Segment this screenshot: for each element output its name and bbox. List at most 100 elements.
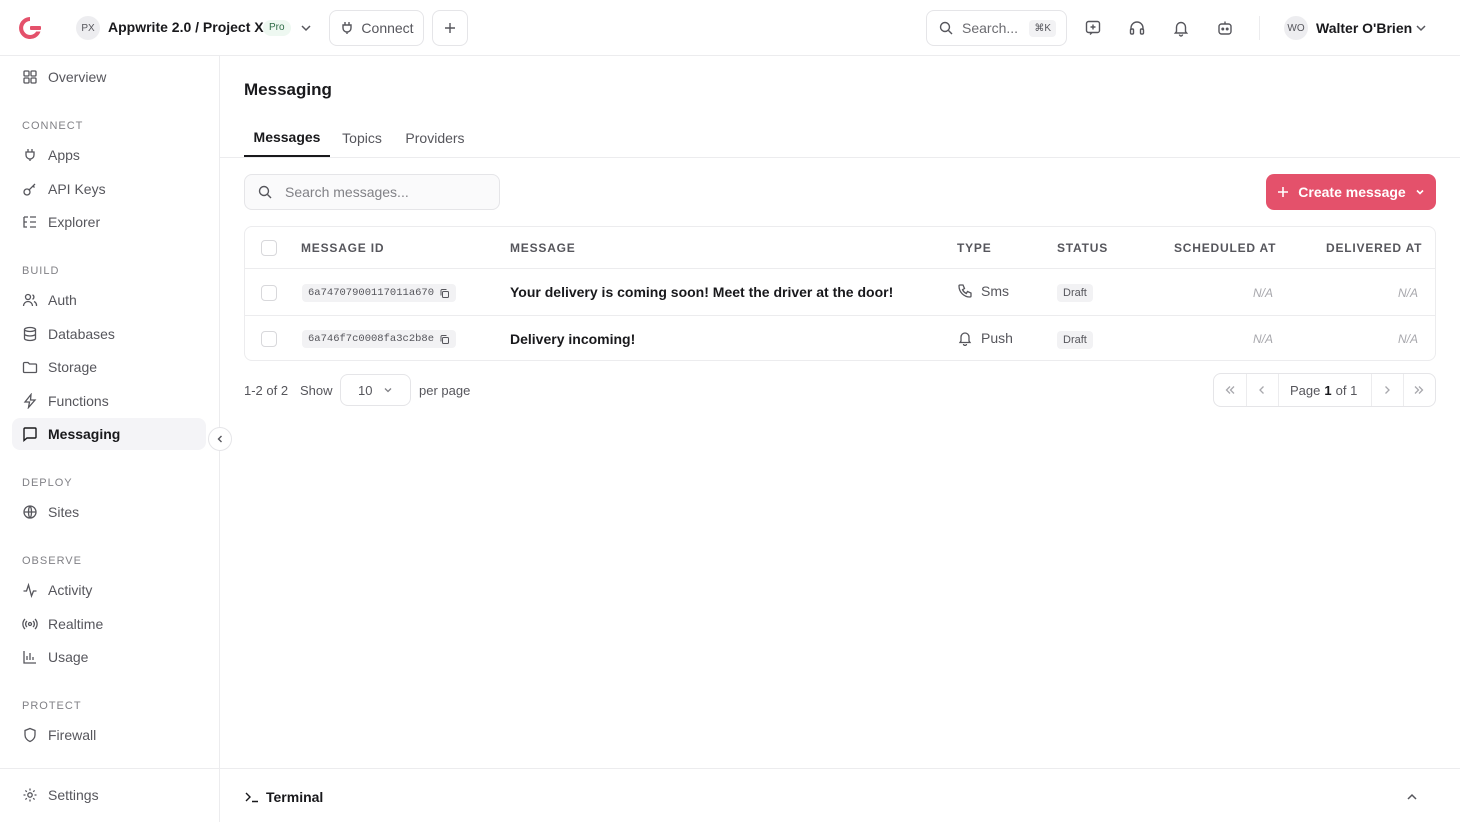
section-label-deploy: DEPLOY <box>22 477 73 489</box>
tab-topics[interactable]: Topics <box>334 118 390 157</box>
global-search-button[interactable]: Search... ⌘K <box>926 10 1067 46</box>
row-divider <box>245 315 1435 316</box>
sidebar-item-label: Activity <box>48 582 93 598</box>
sidebar-divider <box>0 768 220 769</box>
message-type: Sms <box>957 283 1009 299</box>
chevron-down-icon <box>1416 189 1424 195</box>
folder-icon <box>22 361 38 374</box>
sidebar-item-settings[interactable]: Settings <box>12 779 206 811</box>
project-avatar[interactable]: PX <box>76 16 100 40</box>
per-page-value: 10 <box>358 382 373 398</box>
row-checkbox[interactable] <box>261 331 277 347</box>
current-page: 1 <box>1324 383 1332 398</box>
page-title: Messaging <box>244 80 332 99</box>
sidebar-item-label: API Keys <box>48 181 106 197</box>
message-id: 6a746f7c0008fa3c2b8e <box>308 333 435 345</box>
connect-button[interactable]: Connect <box>329 10 424 46</box>
messages-table: MESSAGE ID MESSAGE TYPE STATUS SCHEDULED… <box>244 226 1436 361</box>
sidebar-item-explorer[interactable]: Explorer <box>12 206 206 238</box>
column-header-scheduled-at[interactable]: SCHEDULED AT <box>1174 241 1276 255</box>
copy-icon[interactable] <box>439 288 450 299</box>
last-page-button[interactable] <box>1403 374 1435 406</box>
sidebar-item-databases[interactable]: Databases <box>12 318 206 350</box>
message-id-chip[interactable]: 6a74707900117011a670 <box>302 284 457 302</box>
scheduled-at: N/A <box>1253 332 1274 346</box>
user-name[interactable]: Walter O'Brien <box>1316 20 1412 36</box>
sidebar-item-api-keys[interactable]: API Keys <box>12 173 206 205</box>
column-header-message[interactable]: MESSAGE <box>510 241 576 255</box>
create-message-label: Create message <box>1298 184 1406 200</box>
sidebar-item-auth[interactable]: Auth <box>12 284 206 316</box>
search-shortcut: ⌘K <box>1029 20 1056 37</box>
header-divider <box>1259 16 1260 40</box>
message-type-label: Push <box>981 330 1013 346</box>
chevron-right-icon <box>1385 386 1390 394</box>
column-header-type[interactable]: TYPE <box>957 241 992 255</box>
next-page-button[interactable] <box>1371 374 1403 406</box>
search-icon <box>258 185 272 199</box>
column-header-message-id[interactable]: MESSAGE ID <box>301 241 384 255</box>
select-all-checkbox[interactable] <box>261 240 277 256</box>
sidebar-item-realtime[interactable]: Realtime <box>12 608 206 640</box>
chevron-up-icon[interactable] <box>1404 789 1420 805</box>
terminal-bar[interactable]: Terminal <box>220 768 1460 822</box>
broadcast-icon <box>22 618 38 630</box>
message-search <box>244 174 500 210</box>
message-text: Delivery incoming! <box>510 331 636 347</box>
database-icon <box>23 326 37 342</box>
previous-page-button[interactable] <box>1246 374 1278 406</box>
sidebar-item-label: Storage <box>48 359 98 375</box>
sidebar-item-sites[interactable]: Sites <box>12 496 206 528</box>
column-header-delivered-at[interactable]: DELIVERED AT <box>1326 241 1422 255</box>
sidebar-item-messaging[interactable]: Messaging <box>12 418 206 450</box>
chevron-down-icon[interactable] <box>298 20 314 36</box>
create-message-button[interactable]: Create message <box>1266 174 1436 210</box>
section-label-protect: PROTECT <box>22 700 82 712</box>
message-type-label: Sms <box>981 283 1009 299</box>
page-label: Page <box>1290 383 1321 398</box>
sidebar-item-overview[interactable]: Overview <box>12 61 206 93</box>
column-header-status[interactable]: STATUS <box>1057 241 1108 255</box>
chevron-down-icon <box>385 388 392 393</box>
tab-providers[interactable]: Providers <box>398 118 472 157</box>
appwrite-logo[interactable] <box>17 15 43 41</box>
message-type: Push <box>957 330 1013 346</box>
status-badge: Draft <box>1057 284 1093 302</box>
search-messages-input[interactable] <box>285 184 485 200</box>
delivered-at: N/A <box>1398 286 1419 300</box>
assistant-bot-icon[interactable] <box>1215 18 1235 38</box>
message-id: 6a74707900117011a670 <box>308 287 435 299</box>
per-page-select[interactable]: 10 <box>340 374 411 406</box>
project-name[interactable]: Appwrite 2.0 / Project X <box>108 19 264 35</box>
scheduled-at: N/A <box>1253 286 1274 300</box>
row-checkbox[interactable] <box>261 285 277 301</box>
terminal-icon <box>245 792 258 803</box>
sidebar-item-apps[interactable]: Apps <box>12 139 206 171</box>
pagination: Page 1 of 1 <box>1213 373 1436 407</box>
plan-badge: Pro <box>263 20 291 36</box>
collapse-sidebar-button[interactable] <box>208 427 232 451</box>
add-button[interactable] <box>432 10 468 46</box>
sidebar-item-firewall[interactable]: Firewall <box>12 719 206 751</box>
sidebar-item-activity[interactable]: Activity <box>12 574 206 606</box>
per-page-label: per page <box>419 383 471 398</box>
globe-icon <box>23 505 37 519</box>
users-icon <box>22 293 38 307</box>
chevron-down-icon[interactable] <box>1413 20 1429 36</box>
plus-icon <box>1278 187 1289 197</box>
bell-icon[interactable] <box>1171 18 1191 38</box>
chevrons-left-icon <box>1225 386 1235 394</box>
activity-icon <box>23 582 37 598</box>
user-avatar[interactable]: WO <box>1284 16 1308 40</box>
feedback-icon[interactable] <box>1083 18 1103 38</box>
sidebar-item-functions[interactable]: Functions <box>12 385 206 417</box>
message-square-icon <box>23 427 37 442</box>
tab-messages[interactable]: Messages <box>244 118 330 157</box>
first-page-button[interactable] <box>1214 374 1246 406</box>
sidebar-item-storage[interactable]: Storage <box>12 351 206 383</box>
status-badge: Draft <box>1057 331 1093 349</box>
message-id-chip[interactable]: 6a746f7c0008fa3c2b8e <box>302 330 457 348</box>
copy-icon[interactable] <box>439 334 450 345</box>
headset-icon[interactable] <box>1127 18 1147 38</box>
sidebar-item-usage[interactable]: Usage <box>12 641 206 673</box>
